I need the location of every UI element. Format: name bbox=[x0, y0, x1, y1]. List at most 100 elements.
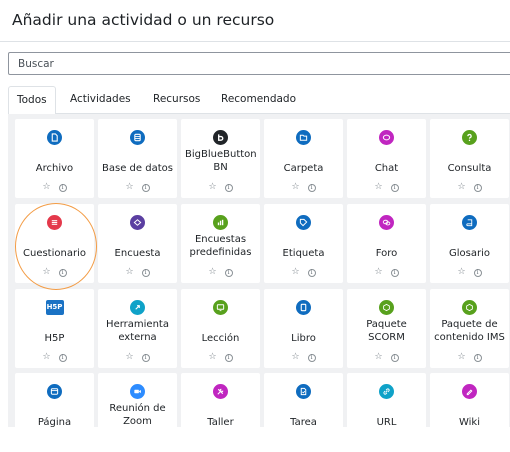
activity-name: Paquete SCORM bbox=[366, 319, 407, 343]
info-icon[interactable]: i bbox=[58, 269, 67, 277]
activity-card-taller[interactable]: Taller bbox=[181, 373, 260, 452]
info-icon[interactable]: i bbox=[307, 269, 316, 277]
activity-card-encuesta[interactable]: Encuesta ☆ i bbox=[98, 204, 177, 283]
activity-card-bigbluebutton-bn[interactable]: BigBlueButton BN ☆ i bbox=[181, 119, 260, 198]
info-icon[interactable]: i bbox=[224, 184, 233, 192]
assignment-icon bbox=[296, 384, 311, 399]
info-icon[interactable]: i bbox=[141, 269, 150, 277]
info-icon[interactable]: i bbox=[390, 354, 399, 362]
info-icon[interactable]: i bbox=[473, 269, 482, 277]
tab-actividades[interactable]: Actividades bbox=[70, 86, 131, 114]
star-icon[interactable]: ☆ bbox=[208, 267, 216, 277]
info-icon[interactable]: i bbox=[141, 354, 150, 362]
activity-card-herramienta-externa[interactable]: Herramienta externa ☆ i bbox=[98, 289, 177, 368]
card-actions: ☆ i bbox=[181, 352, 260, 362]
header-divider bbox=[0, 41, 510, 42]
activity-card-chat[interactable]: Chat ☆ i bbox=[347, 119, 426, 198]
star-icon[interactable]: ☆ bbox=[42, 267, 50, 277]
info-icon[interactable]: i bbox=[58, 354, 67, 362]
card-actions: ☆ i bbox=[264, 352, 343, 362]
activity-name: Cuestionario bbox=[23, 248, 86, 259]
activity-card-encuestas-predefinidas[interactable]: Encuestas predefinidas ☆ i bbox=[181, 204, 260, 283]
info-icon[interactable]: i bbox=[390, 184, 399, 192]
card-actions: ☆ i bbox=[98, 352, 177, 362]
card-actions: ☆ i bbox=[347, 267, 426, 277]
activity-card-consulta[interactable]: Consulta ☆ i bbox=[430, 119, 509, 198]
wiki-icon bbox=[462, 384, 477, 399]
tab-recomendado[interactable]: Recomendado bbox=[221, 86, 296, 114]
chat-icon bbox=[379, 130, 394, 145]
star-icon[interactable]: ☆ bbox=[291, 352, 299, 362]
activity-name: BigBlueButton BN bbox=[185, 149, 257, 173]
activity-card-paquete-de-contenido-ims[interactable]: Paquete de contenido IMS ☆ i bbox=[430, 289, 509, 368]
activity-card-etiqueta[interactable]: Etiqueta ☆ i bbox=[264, 204, 343, 283]
info-icon[interactable]: i bbox=[307, 354, 316, 362]
info-icon[interactable]: i bbox=[390, 269, 399, 277]
star-icon[interactable]: ☆ bbox=[125, 267, 133, 277]
card-actions: ☆ i bbox=[15, 352, 94, 362]
activity-card-base-de-datos[interactable]: Base de datos ☆ i bbox=[98, 119, 177, 198]
activity-name: Reunión de Zoom bbox=[109, 403, 166, 427]
star-icon[interactable]: ☆ bbox=[208, 352, 216, 362]
activity-name: Tarea bbox=[290, 417, 317, 428]
star-icon[interactable]: ☆ bbox=[374, 352, 382, 362]
activity-card-cuestionario[interactable]: Cuestionario ☆ i bbox=[15, 204, 94, 283]
card-actions: ☆ i bbox=[430, 182, 509, 192]
activity-card-h5p[interactable]: H5P H5P ☆ i bbox=[15, 289, 94, 368]
star-icon[interactable]: ☆ bbox=[457, 182, 465, 192]
info-icon[interactable]: i bbox=[224, 269, 233, 277]
activity-name: H5P bbox=[44, 333, 65, 344]
info-icon[interactable]: i bbox=[141, 184, 150, 192]
activity-name: Herramienta externa bbox=[106, 319, 169, 343]
info-icon[interactable]: i bbox=[473, 184, 482, 192]
star-icon[interactable]: ☆ bbox=[125, 182, 133, 192]
external-tool-icon bbox=[130, 300, 145, 315]
activity-name: Libro bbox=[291, 333, 316, 344]
star-icon[interactable]: ☆ bbox=[291, 182, 299, 192]
card-actions: ☆ i bbox=[264, 267, 343, 277]
activity-card-tarea[interactable]: Tarea bbox=[264, 373, 343, 452]
card-actions: ☆ i bbox=[430, 352, 509, 362]
star-icon[interactable]: ☆ bbox=[208, 182, 216, 192]
activity-card-libro[interactable]: Libro ☆ i bbox=[264, 289, 343, 368]
activity-card-glosario[interactable]: Glosario ☆ i bbox=[430, 204, 509, 283]
info-icon[interactable]: i bbox=[58, 184, 67, 192]
card-actions: ☆ i bbox=[15, 267, 94, 277]
h5p-icon: H5P bbox=[45, 300, 64, 315]
star-icon[interactable]: ☆ bbox=[42, 182, 50, 192]
info-icon[interactable]: i bbox=[307, 184, 316, 192]
card-actions: ☆ i bbox=[98, 267, 177, 277]
activity-card-foro[interactable]: Foro ☆ i bbox=[347, 204, 426, 283]
star-icon[interactable]: ☆ bbox=[457, 352, 465, 362]
scorm-icon bbox=[379, 300, 394, 315]
activity-card-reunión-de-zoom[interactable]: Reunión de Zoom bbox=[98, 373, 177, 452]
star-icon[interactable]: ☆ bbox=[457, 267, 465, 277]
card-actions: ☆ i bbox=[264, 182, 343, 192]
activity-card-lección[interactable]: Lección ☆ i bbox=[181, 289, 260, 368]
search-input[interactable] bbox=[8, 52, 510, 75]
card-actions: ☆ i bbox=[15, 182, 94, 192]
star-icon[interactable]: ☆ bbox=[291, 267, 299, 277]
activity-card-archivo[interactable]: Archivo ☆ i bbox=[15, 119, 94, 198]
activity-card-paquete-scorm[interactable]: Paquete SCORM ☆ i bbox=[347, 289, 426, 368]
choice-icon bbox=[462, 130, 477, 145]
star-icon[interactable]: ☆ bbox=[42, 352, 50, 362]
activity-card-wiki[interactable]: Wiki bbox=[430, 373, 509, 452]
activity-name: Encuesta bbox=[114, 248, 161, 259]
ims-icon bbox=[462, 300, 477, 315]
tab-recursos[interactable]: Recursos bbox=[153, 86, 200, 114]
star-icon[interactable]: ☆ bbox=[125, 352, 133, 362]
activity-name: Base de datos bbox=[102, 163, 173, 174]
info-icon[interactable]: i bbox=[224, 354, 233, 362]
card-actions: ☆ i bbox=[98, 182, 177, 192]
star-icon[interactable]: ☆ bbox=[374, 267, 382, 277]
url-icon bbox=[379, 384, 394, 399]
info-icon[interactable]: i bbox=[473, 354, 482, 362]
activity-card-url[interactable]: URL bbox=[347, 373, 426, 452]
tab-todos[interactable]: Todos bbox=[8, 86, 56, 115]
file-icon bbox=[47, 130, 62, 145]
card-actions: ☆ i bbox=[430, 267, 509, 277]
star-icon[interactable]: ☆ bbox=[374, 182, 382, 192]
activity-card-página[interactable]: Página bbox=[15, 373, 94, 452]
activity-card-carpeta[interactable]: Carpeta ☆ i bbox=[264, 119, 343, 198]
